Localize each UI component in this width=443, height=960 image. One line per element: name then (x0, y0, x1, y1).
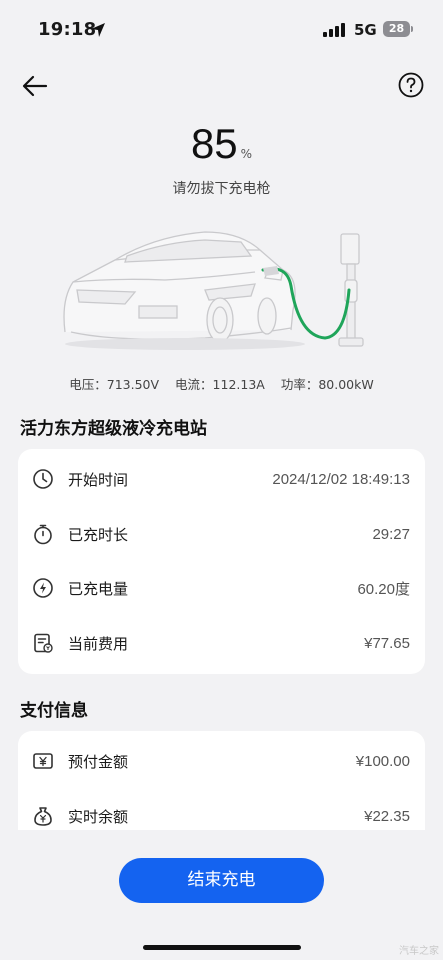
voltage-metric: 电压：713.50V (69, 377, 160, 392)
end-charging-button[interactable]: 结束充电 (119, 858, 324, 903)
energy-value: 60.20度 (357, 580, 410, 598)
location-arrow-icon (91, 23, 105, 37)
clock-icon (33, 469, 53, 489)
cost-value: ¥77.65 (364, 634, 410, 652)
balance-label: 实时余额 (68, 807, 129, 826)
battery-cap (411, 26, 413, 32)
cost-label: 当前费用 (68, 634, 129, 653)
duration-value: 29:27 (372, 525, 410, 543)
help-question-icon[interactable] (398, 72, 424, 98)
prepaid-label: 预付金额 (68, 752, 129, 771)
power-metric: 功率：80.00kW (280, 377, 374, 392)
charge-percent-value: 85 (190, 120, 238, 167)
charge-percent: 85% (0, 120, 443, 168)
prepaid-row: 预付金额 ¥100.00 (18, 746, 425, 776)
watermark-text: 汽车之家 (399, 946, 439, 957)
station-name: 活力东方超级液冷充电站 (20, 419, 207, 439)
network-label: 5G (354, 21, 377, 39)
charging-metrics: 电压：713.50V 电流：112.13A 功率：80.00kW (0, 374, 443, 393)
charge-percent-unit: % (240, 147, 253, 161)
lightning-icon (33, 578, 53, 598)
status-time: 19:18 (38, 19, 97, 40)
status-bar: 19:18 5G 28 (0, 0, 443, 56)
start-time-row: 开始时间 2024/12/02 18:49:13 (18, 464, 425, 494)
signal-icon (323, 23, 345, 37)
money-bag-icon (34, 807, 52, 826)
current-metric: 电流：112.13A (175, 377, 265, 392)
yen-note-icon (33, 753, 53, 769)
duration-row: 已充时长 29:27 (18, 519, 425, 549)
battery-icon: 28 (383, 21, 410, 37)
start-time-label: 开始时间 (68, 470, 129, 489)
unplug-hint: 请勿拔下充电枪 (172, 181, 271, 197)
prepaid-value: ¥100.00 (355, 752, 410, 770)
charging-info-card: 开始时间 2024/12/02 18:49:13 已充时长 29:27 已充电量… (18, 449, 425, 674)
cost-row: 当前费用 ¥77.65 (18, 628, 425, 658)
back-arrow-icon[interactable] (20, 72, 50, 100)
home-indicator[interactable] (143, 945, 301, 950)
bill-icon (34, 633, 53, 653)
duration-label: 已充时长 (68, 525, 129, 544)
balance-row: 实时余额 ¥22.35 (18, 801, 425, 831)
energy-row: 已充电量 60.20度 (18, 573, 425, 603)
start-time-value: 2024/12/02 18:49:13 (272, 470, 410, 488)
stopwatch-icon (34, 524, 52, 545)
balance-value: ¥22.35 (364, 807, 410, 825)
car-charging-illustration (63, 231, 364, 350)
energy-label: 已充电量 (68, 579, 129, 598)
payment-title: 支付信息 (20, 701, 88, 721)
